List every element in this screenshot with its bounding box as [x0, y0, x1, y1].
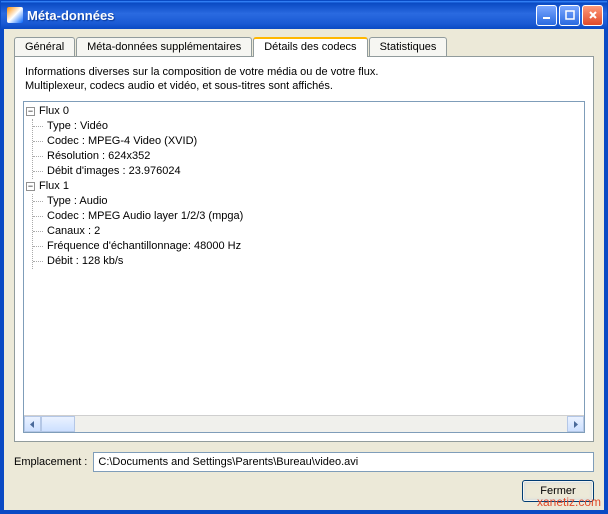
description: Informations diverses sur la composition…	[25, 65, 585, 93]
chevron-left-icon	[29, 421, 36, 428]
window-buttons	[536, 5, 603, 26]
scroll-track[interactable]	[41, 416, 567, 432]
tab-statistics[interactable]: Statistiques	[369, 37, 448, 56]
tab-codec-details[interactable]: Détails des codecs	[253, 37, 367, 57]
minimize-button[interactable]	[536, 5, 557, 26]
app-icon	[7, 7, 23, 23]
codec-tree: − Flux 0 Type : Vidéo Codec : MPEG-4 Vid…	[23, 101, 585, 433]
maximize-button[interactable]	[559, 5, 580, 26]
scroll-left-button[interactable]	[24, 416, 41, 432]
property: Codec : MPEG-4 Video (XVID)	[47, 134, 584, 149]
collapse-icon[interactable]: −	[26, 107, 35, 116]
tab-general[interactable]: Général	[14, 37, 75, 56]
property: Canaux : 2	[47, 224, 584, 239]
property: Débit d'images : 23.976024	[47, 164, 584, 179]
stream-header[interactable]: − Flux 1	[26, 179, 584, 194]
tab-page: Informations diverses sur la composition…	[14, 56, 594, 442]
window-title: Méta-données	[27, 8, 536, 23]
description-line1: Informations diverses sur la composition…	[25, 66, 378, 78]
client-area: Général Méta-données supplémentaires Dét…	[1, 29, 607, 513]
location-label: Emplacement :	[14, 456, 87, 468]
scroll-thumb[interactable]	[41, 416, 75, 432]
property: Fréquence d'échantillonnage: 48000 Hz	[47, 239, 584, 254]
stream-label: Flux 0	[39, 104, 69, 119]
tabs-container: Général Méta-données supplémentaires Dét…	[14, 37, 594, 442]
location-input[interactable]	[93, 452, 594, 472]
description-line2: Multiplexeur, codecs audio et vidéo, et …	[25, 80, 333, 92]
minimize-icon	[542, 10, 552, 20]
close-button[interactable]	[582, 5, 603, 26]
horizontal-scrollbar[interactable]	[24, 415, 584, 432]
window: Méta-données Général Méta-données supplé…	[0, 0, 608, 514]
chevron-right-icon	[572, 421, 579, 428]
collapse-icon[interactable]: −	[26, 182, 35, 191]
property: Débit : 128 kb/s	[47, 254, 584, 269]
stream-children: Type : Audio Codec : MPEG Audio layer 1/…	[32, 194, 584, 269]
close-icon	[588, 10, 598, 20]
stream-children: Type : Vidéo Codec : MPEG-4 Video (XVID)…	[32, 119, 584, 179]
close-dialog-button[interactable]: Fermer	[522, 480, 594, 502]
property: Type : Audio	[47, 194, 584, 209]
titlebar[interactable]: Méta-données	[1, 1, 607, 29]
tree-scroll[interactable]: − Flux 0 Type : Vidéo Codec : MPEG-4 Vid…	[24, 102, 584, 415]
location-row: Emplacement :	[14, 452, 594, 472]
button-row: Fermer	[14, 480, 594, 502]
tab-extra-metadata[interactable]: Méta-données supplémentaires	[76, 37, 252, 56]
maximize-icon	[565, 10, 575, 20]
scroll-right-button[interactable]	[567, 416, 584, 432]
stream-node: − Flux 0 Type : Vidéo Codec : MPEG-4 Vid…	[26, 104, 584, 179]
property: Résolution : 624x352	[47, 149, 584, 164]
tabs-row: Général Méta-données supplémentaires Dét…	[14, 37, 594, 56]
stream-node: − Flux 1 Type : Audio Codec : MPEG Audio…	[26, 179, 584, 269]
property: Type : Vidéo	[47, 119, 584, 134]
property: Codec : MPEG Audio layer 1/2/3 (mpga)	[47, 209, 584, 224]
stream-header[interactable]: − Flux 0	[26, 104, 584, 119]
stream-label: Flux 1	[39, 179, 69, 194]
